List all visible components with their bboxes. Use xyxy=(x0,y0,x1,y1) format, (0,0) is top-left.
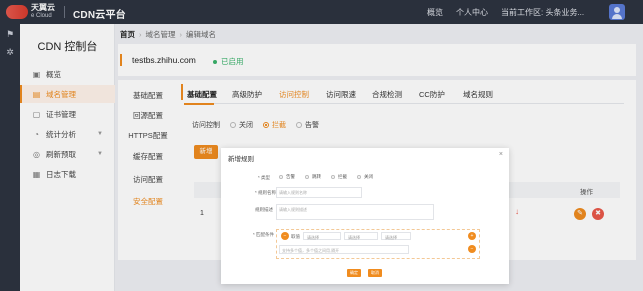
match-condition-label: * 匹配条件 xyxy=(253,232,275,237)
access-control-radio-group: 访问控制 关闭 拦截 告警 xyxy=(192,122,319,129)
tab-access-control[interactable]: 访问控制 xyxy=(279,89,309,100)
config-nav-access[interactable]: 访问配置 xyxy=(118,174,178,185)
condition-value-input[interactable]: 支持多个值，多个值之间用,隔开 xyxy=(279,245,409,254)
status-badge: 已启用 xyxy=(213,56,244,67)
domain-header: testbs.zhihu.com 已启用 xyxy=(118,44,636,76)
breadcrumb-home[interactable]: 首页 xyxy=(120,30,135,39)
sidebar-item-refresh[interactable]: ◎ 刷新预取 ▼ xyxy=(20,145,115,163)
product-brand: CDN云平台 xyxy=(73,10,126,21)
domain-name: testbs.zhihu.com xyxy=(132,55,196,65)
remove-condition-icon[interactable]: − xyxy=(468,245,476,253)
logo-en-text: e Cloud xyxy=(31,13,52,19)
tab-bar: 基础配置 高级防护 访问控制 访问限速 合规检测 CC防护 域名规则 xyxy=(184,88,624,105)
nav-personal-center[interactable]: 个人中心 xyxy=(456,7,488,18)
condition-field-select[interactable]: 请选择 xyxy=(303,232,341,240)
cancel-button[interactable]: 取消 xyxy=(368,269,382,277)
tab-domain-rules[interactable]: 域名规则 xyxy=(463,89,493,100)
confirm-button[interactable]: 确定 xyxy=(347,269,361,277)
tab-active-underline xyxy=(184,103,214,105)
condition-option-select[interactable]: 请选择 xyxy=(381,232,411,240)
add-condition-icon[interactable]: + xyxy=(468,232,476,240)
nav-overview[interactable]: 概览 xyxy=(427,7,443,18)
config-nav-basic[interactable]: 基础配置 xyxy=(118,90,178,101)
rule-desc-textarea[interactable]: 请输入规则描述 xyxy=(276,204,434,220)
accent-bar xyxy=(120,54,122,66)
condition-operator-select[interactable]: 请选择 xyxy=(344,232,378,240)
config-nav-cache[interactable]: 缓存配置 xyxy=(118,151,178,162)
condition-tag: 取值 xyxy=(291,234,300,239)
status-dot-icon xyxy=(213,60,217,65)
breadcrumb-edit: 编辑域名 xyxy=(186,30,216,39)
radio-block[interactable] xyxy=(263,122,269,128)
sort-arrow-icon: ↓ xyxy=(515,207,519,216)
modal-title: 新增规则 xyxy=(228,156,254,163)
flag-icon[interactable]: ⚑ xyxy=(5,29,15,39)
mode-radio-block[interactable]: 拦截 xyxy=(331,174,347,180)
refresh-icon: ◎ xyxy=(33,149,40,159)
add-rule-modal: 新增规则 × * 类型 告警 跳转 拦截 关闭 * 规则名称 请输入规则名称 规… xyxy=(221,148,509,284)
access-control-label: 访问控制 xyxy=(192,122,220,129)
radio-off[interactable] xyxy=(230,122,236,128)
tab-compliance[interactable]: 合规检测 xyxy=(372,89,402,100)
top-bar: 天翼云 e Cloud CDN云平台 概览 个人中心 当前工作区: 头条业务..… xyxy=(0,0,643,24)
delete-icon[interactable]: ✖ xyxy=(592,208,604,220)
log-icon: ▦ xyxy=(32,169,41,179)
settings-icon[interactable]: ✲ xyxy=(5,47,15,57)
certificate-icon: ▢ xyxy=(32,109,41,119)
tab-basic[interactable]: 基础配置 xyxy=(187,89,217,100)
radio-alert[interactable] xyxy=(296,122,302,128)
config-nav-https[interactable]: HTTPS配置 xyxy=(118,130,178,141)
sidebar-item-domain[interactable]: ▤ 域名管理 xyxy=(20,85,115,103)
rule-name-input[interactable]: 请输入规则名称 xyxy=(276,187,362,198)
sidebar-item-overview[interactable]: ▣ 概览 xyxy=(20,65,115,83)
icon-rail: ⚑ ✲ xyxy=(0,24,20,291)
add-rule-button[interactable]: 新增 xyxy=(194,145,218,159)
chevron-down-icon: ▼ xyxy=(97,151,103,157)
breadcrumb: 首页 › 域名管理 › 编辑域名 xyxy=(120,30,216,39)
edit-icon[interactable]: ✎ xyxy=(574,208,586,220)
mode-radio-redirect[interactable]: 跳转 xyxy=(305,174,321,180)
domain-icon: ▤ xyxy=(32,89,41,99)
close-icon[interactable]: × xyxy=(499,151,503,158)
mode-radio-off[interactable]: 关闭 xyxy=(357,174,373,180)
sidebar: CDN 控制台 ▣ 概览 ▤ 域名管理 ▢ 证书管理 ◔ 统计分析 ▼ ◎ 刷新… xyxy=(20,24,115,291)
config-nav-security[interactable]: 安全配置 xyxy=(118,196,178,207)
config-nav-origin[interactable]: 回源配置 xyxy=(118,110,178,121)
tab-cc[interactable]: CC防护 xyxy=(419,89,445,100)
mode-radio-alert[interactable]: 告警 xyxy=(279,174,295,180)
mode-label: * 类型 xyxy=(258,175,271,180)
logo[interactable]: 天翼云 e Cloud xyxy=(6,4,55,20)
tab-advanced[interactable]: 高级防护 xyxy=(232,89,262,100)
breadcrumb-domain[interactable]: 域名管理 xyxy=(146,30,176,39)
sidebar-item-certificate[interactable]: ▢ 证书管理 xyxy=(20,105,115,123)
nav-workspace-switcher[interactable]: 当前工作区: 头条业务... xyxy=(501,7,584,18)
rule-name-label: * 规则名称 xyxy=(255,190,277,195)
sidebar-item-log[interactable]: ▦ 日志下载 xyxy=(20,165,115,183)
config-nav-indicator xyxy=(181,84,183,100)
sidebar-item-stats[interactable]: ◔ 统计分析 ▼ xyxy=(20,125,115,143)
logo-divider xyxy=(64,6,65,18)
logo-cn-text: 天翼云 xyxy=(31,3,55,12)
cloud-logo-icon xyxy=(6,5,28,19)
tab-rate-limit[interactable]: 访问限速 xyxy=(326,89,356,100)
chevron-down-icon: ▼ xyxy=(97,131,103,137)
table-row-index: 1 xyxy=(200,210,204,217)
user-avatar[interactable] xyxy=(609,4,625,20)
stats-icon: ◔ xyxy=(34,129,39,139)
overview-icon: ▣ xyxy=(32,69,41,79)
rule-desc-label: 规则描述 xyxy=(255,207,273,212)
condition-toggle-icon[interactable]: − xyxy=(281,232,289,240)
console-title: CDN 控制台 xyxy=(37,41,98,53)
